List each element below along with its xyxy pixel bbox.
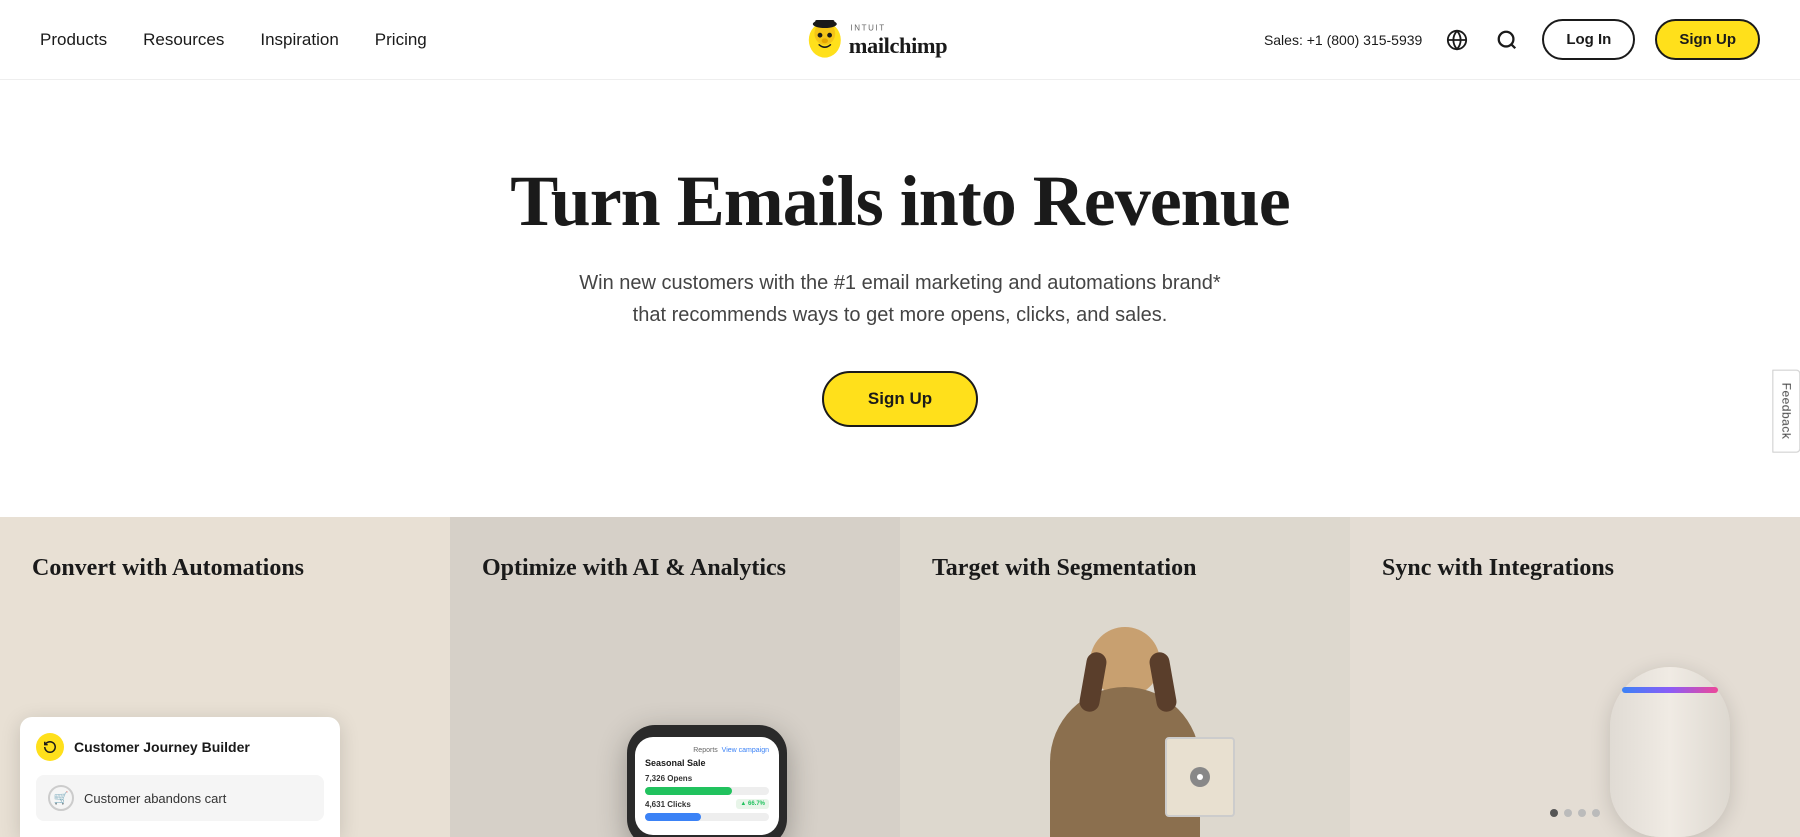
feature-card-automations[interactable]: Convert with Automations Customer Journe… [0, 517, 450, 837]
hero-section: Turn Emails into Revenue Win new custome… [0, 80, 1800, 517]
clicks-bar [645, 813, 769, 821]
clicks-bar-fill [645, 813, 701, 821]
nav-pricing[interactable]: Pricing [375, 30, 427, 50]
cylinder-device [1610, 667, 1730, 837]
nav-left: Products Resources Inspiration Pricing [40, 30, 427, 50]
logo-container: INTUIT mailchimp [804, 16, 996, 64]
feature-label-integrations: Sync with Integrations [1350, 517, 1800, 604]
feature-card-segmentation[interactable]: Target with Segmentation [900, 517, 1350, 837]
opens-bar [645, 787, 769, 795]
feature-grid: Convert with Automations Customer Journe… [0, 517, 1800, 837]
login-button[interactable]: Log In [1542, 19, 1635, 60]
globe-icon [1446, 29, 1468, 51]
feature-label-segmentation: Target with Segmentation [900, 517, 1350, 604]
phone-outer: Reports View campaign Seasonal Sale 7,32… [627, 725, 787, 837]
search-icon [1496, 29, 1518, 51]
nav-right: Sales: +1 (800) 315-5939 Log In Sign Up [1264, 19, 1760, 60]
feedback-tab[interactable]: Feedback [1773, 370, 1800, 453]
hero-title: Turn Emails into Revenue [40, 160, 1760, 243]
phone-opens: 7,326 Opens [645, 774, 769, 783]
cart-row-text: Customer abandons cart [84, 791, 226, 806]
dot-inactive-1 [1564, 809, 1572, 817]
nav-resources[interactable]: Resources [143, 30, 224, 50]
feature-card-analytics[interactable]: Optimize with AI & Analytics Reports Vie… [450, 517, 900, 837]
cart-icon: 🛒 [48, 785, 74, 811]
journey-cart-row: 🛒 Customer abandons cart [36, 775, 324, 821]
phone-screen: Reports View campaign Seasonal Sale 7,32… [635, 737, 779, 835]
sales-phone: Sales: +1 (800) 315-5939 [1264, 32, 1422, 48]
dot-inactive-2 [1578, 809, 1586, 817]
journey-builder-mockup: Customer Journey Builder 🛒 Customer aban… [20, 717, 340, 837]
mailchimp-logo[interactable]: INTUIT mailchimp [804, 16, 996, 64]
carousel-dots [1550, 809, 1600, 817]
opens-bar-fill [645, 787, 732, 795]
phone-header-text: Reports View campaign [645, 747, 769, 754]
dot-active [1550, 809, 1558, 817]
feature-card-integrations[interactable]: Sync with Integrations [1350, 517, 1800, 837]
navbar: Products Resources Inspiration Pricing [0, 0, 1800, 80]
globe-icon-button[interactable] [1442, 25, 1472, 55]
device-image [1610, 637, 1760, 837]
feature-label-analytics: Optimize with AI & Analytics [450, 517, 900, 604]
feature-label-automations: Convert with Automations [0, 517, 450, 604]
nav-products[interactable]: Products [40, 30, 107, 50]
journey-builder-title: Customer Journey Builder [74, 739, 250, 755]
journey-builder-icon [36, 733, 64, 761]
nav-inspiration[interactable]: Inspiration [260, 30, 338, 50]
svg-text:INTUIT: INTUIT [850, 23, 885, 32]
phone-campaign-title: Seasonal Sale [645, 758, 769, 768]
signup-nav-button[interactable]: Sign Up [1655, 19, 1760, 60]
search-icon-button[interactable] [1492, 25, 1522, 55]
phone-mockup: Reports View campaign Seasonal Sale 7,32… [627, 725, 787, 837]
svg-text:mailchimp: mailchimp [849, 32, 947, 57]
person-image [1025, 617, 1225, 837]
signup-hero-button[interactable]: Sign Up [822, 371, 978, 427]
dot-inactive-3 [1592, 809, 1600, 817]
journey-builder-header: Customer Journey Builder [36, 733, 324, 761]
hero-subtitle: Win new customers with the #1 email mark… [560, 267, 1240, 331]
phone-clicks: 4,631 Clicks ▲ 66.7% [645, 799, 769, 809]
